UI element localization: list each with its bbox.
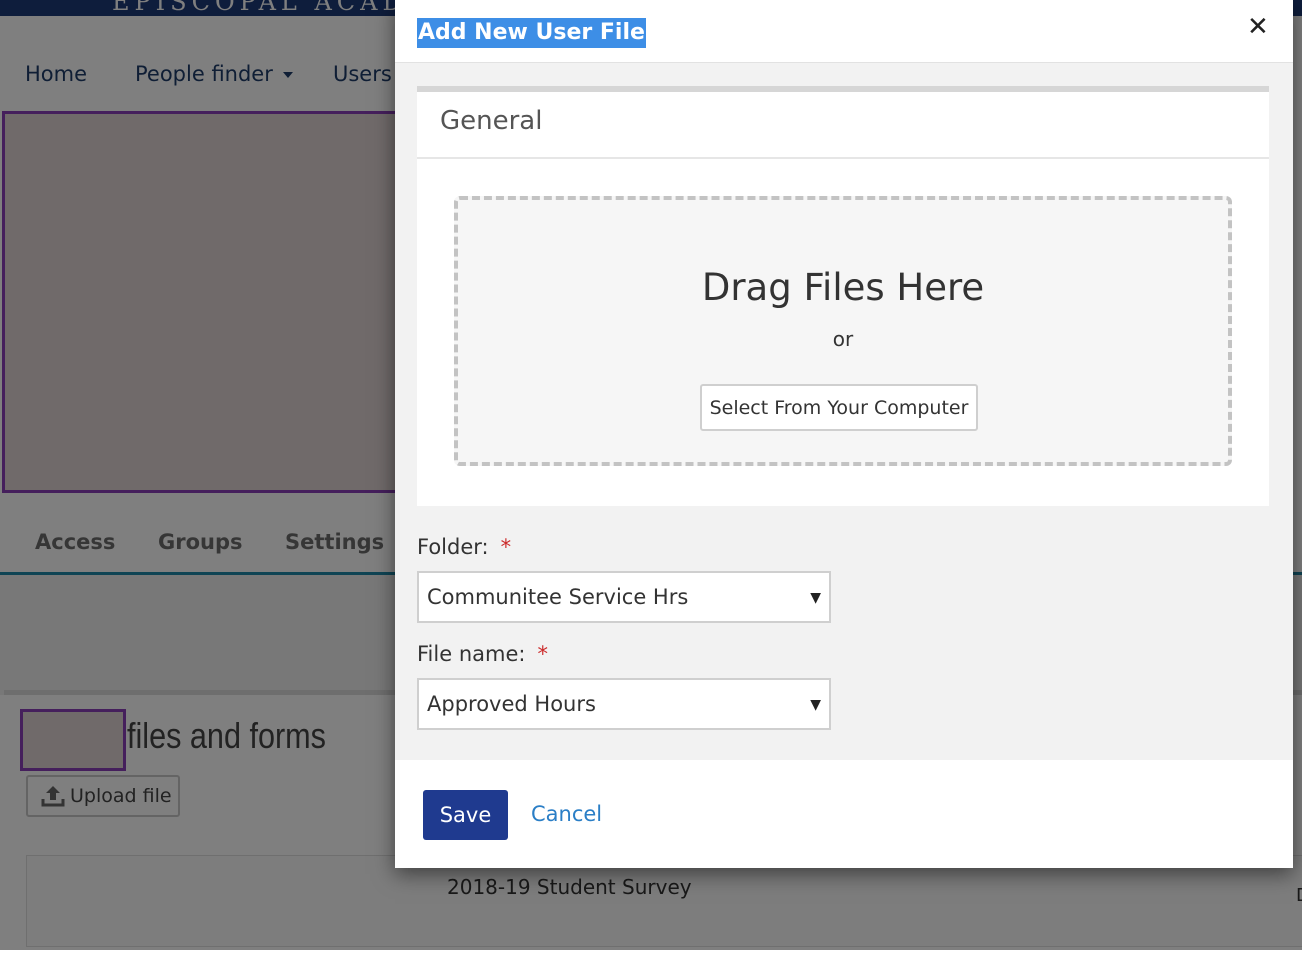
close-icon[interactable]: ✕: [1247, 12, 1269, 42]
file-drop-zone[interactable]: Drag Files Here or Select From Your Comp…: [454, 196, 1232, 466]
required-marker: *: [537, 642, 548, 666]
dropdown-arrow-icon: ▼: [810, 697, 821, 713]
drag-files-heading: Drag Files Here: [701, 266, 985, 309]
folder-label-text: Folder:: [417, 535, 489, 559]
general-panel: General Drag Files Here or Select From Y…: [417, 86, 1269, 506]
file-name-label-text: File name:: [417, 642, 526, 666]
modal-title: Add New User File: [417, 18, 646, 48]
required-marker: *: [500, 535, 512, 559]
folder-select-value: Communitee Service Hrs: [427, 585, 689, 609]
dropdown-arrow-icon: ▼: [810, 590, 821, 606]
file-name-label: File name: *: [417, 642, 548, 666]
add-user-file-modal: Add New User File ✕ General Drag Files H…: [395, 0, 1293, 868]
general-section-title: General: [440, 106, 543, 136]
file-name-select[interactable]: Approved Hours ▼: [417, 678, 831, 730]
modal-footer: Save Cancel: [395, 762, 1293, 868]
modal-header: Add New User File ✕: [395, 0, 1293, 63]
folder-select[interactable]: Communitee Service Hrs ▼: [417, 571, 831, 623]
divider: [417, 157, 1269, 159]
folder-label: Folder: *: [417, 535, 511, 559]
save-button[interactable]: Save: [423, 790, 508, 840]
select-from-computer-button[interactable]: Select From Your Computer: [700, 384, 978, 431]
file-name-select-value: Approved Hours: [427, 692, 596, 716]
cancel-link[interactable]: Cancel: [531, 802, 602, 826]
or-text: or: [832, 327, 854, 351]
